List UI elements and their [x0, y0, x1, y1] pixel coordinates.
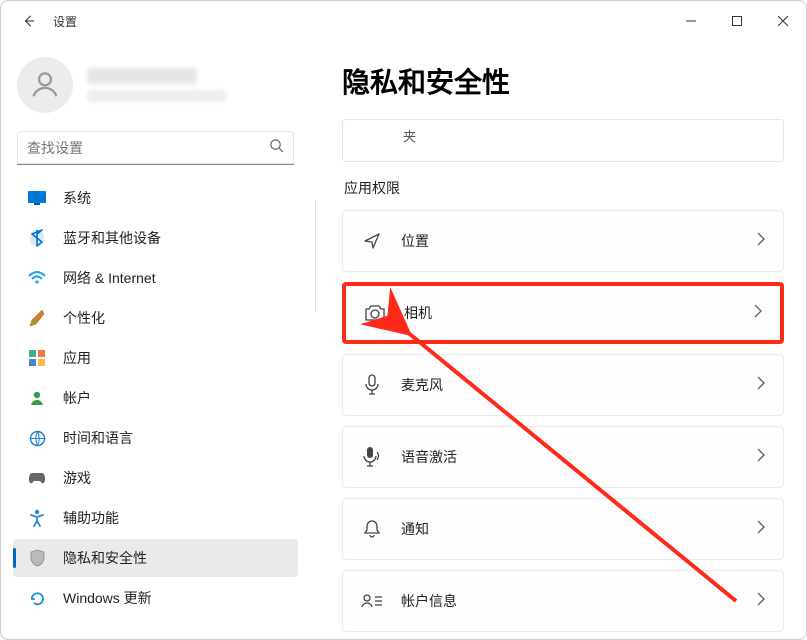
camera-icon	[364, 302, 386, 324]
chevron-right-icon	[757, 592, 765, 611]
chevron-right-icon	[757, 376, 765, 395]
nav-label: 应用	[63, 348, 91, 368]
apps-icon	[27, 348, 47, 368]
perm-label: 麦克风	[401, 375, 739, 395]
nav-item-system[interactable]: 系统	[13, 179, 298, 217]
shield-icon	[27, 548, 47, 568]
profile-name-redacted	[87, 68, 197, 84]
chevron-right-icon	[757, 448, 765, 467]
gamepad-icon	[27, 468, 47, 488]
perm-item-microphone[interactable]: 麦克风	[342, 354, 784, 416]
avatar	[17, 57, 73, 113]
nav-label: 系统	[63, 188, 91, 208]
display-icon	[27, 188, 47, 208]
section-header: 应用权限	[344, 178, 784, 198]
perm-item-notifications[interactable]: 通知	[342, 498, 784, 560]
account-icon	[27, 388, 47, 408]
perm-label: 语音激活	[401, 447, 739, 467]
accessibility-icon	[27, 508, 47, 528]
globe-clock-icon	[27, 428, 47, 448]
nav-label: Windows 更新	[63, 588, 152, 608]
nav-label: 隐私和安全性	[63, 548, 147, 568]
nav-label: 辅助功能	[63, 508, 119, 528]
bluetooth-icon	[27, 228, 47, 248]
chevron-right-icon	[757, 232, 765, 251]
minimize-button[interactable]	[668, 1, 714, 41]
nav-label: 帐户	[63, 388, 91, 408]
voice-activation-icon	[361, 446, 383, 468]
window-title: 设置	[53, 13, 77, 30]
nav-label: 时间和语言	[63, 428, 133, 448]
nav-item-windows-update[interactable]: Windows 更新	[13, 579, 298, 617]
location-icon	[361, 230, 383, 252]
truncated-card-text: 夹	[403, 129, 416, 144]
microphone-icon	[361, 374, 383, 396]
nav-item-gaming[interactable]: 游戏	[13, 459, 298, 497]
maximize-button[interactable]	[714, 1, 760, 41]
minimize-icon	[686, 16, 696, 26]
truncated-card[interactable]: 夹	[342, 119, 784, 162]
chevron-right-icon	[754, 304, 762, 323]
page-title: 隐私和安全性	[342, 61, 784, 101]
close-icon	[778, 16, 788, 26]
arrow-left-icon	[22, 14, 36, 28]
perm-label: 位置	[401, 231, 739, 251]
nav-item-apps[interactable]: 应用	[13, 339, 298, 377]
nav-item-network[interactable]: 网络 & Internet	[13, 259, 298, 297]
update-icon	[27, 588, 47, 608]
nav-item-accessibility[interactable]: 辅助功能	[13, 499, 298, 537]
nav-item-time-language[interactable]: 时间和语言	[13, 419, 298, 457]
main-panel: 隐私和安全性 夹 应用权限 位置 相机	[306, 41, 806, 639]
nav-label: 个性化	[63, 308, 105, 328]
nav-list: 系统 蓝牙和其他设备 网络 & Internet 个性化	[11, 177, 306, 639]
perm-item-voice-activation[interactable]: 语音激活	[342, 426, 784, 488]
profile-text	[87, 68, 298, 102]
nav-item-accounts[interactable]: 帐户	[13, 379, 298, 417]
maximize-icon	[732, 16, 742, 26]
nav-item-personalization[interactable]: 个性化	[13, 299, 298, 337]
bell-icon	[361, 518, 383, 540]
wifi-icon	[27, 268, 47, 288]
profile-email-redacted	[87, 90, 227, 102]
perm-label: 帐户信息	[401, 591, 739, 611]
perm-label: 相机	[404, 303, 736, 323]
search-icon	[269, 138, 284, 158]
close-button[interactable]	[760, 1, 806, 41]
nav-item-privacy[interactable]: 隐私和安全性	[13, 539, 298, 577]
paintbrush-icon	[27, 308, 47, 328]
person-icon	[28, 68, 62, 102]
nav-label: 蓝牙和其他设备	[63, 228, 161, 248]
perm-item-account-info[interactable]: 帐户信息	[342, 570, 784, 632]
nav-label: 网络 & Internet	[63, 268, 156, 288]
sidebar: 系统 蓝牙和其他设备 网络 & Internet 个性化	[1, 41, 306, 639]
perm-item-camera[interactable]: 相机	[342, 282, 784, 344]
profile-block[interactable]	[11, 51, 306, 131]
perm-item-location[interactable]: 位置	[342, 210, 784, 272]
nav-label: 游戏	[63, 468, 91, 488]
search-input[interactable]	[27, 140, 269, 156]
chevron-right-icon	[757, 520, 765, 539]
account-info-icon	[361, 590, 383, 612]
titlebar: 设置	[1, 1, 806, 41]
back-button[interactable]	[15, 7, 43, 35]
search-box[interactable]	[17, 131, 294, 165]
nav-item-bluetooth[interactable]: 蓝牙和其他设备	[13, 219, 298, 257]
perm-label: 通知	[401, 519, 739, 539]
